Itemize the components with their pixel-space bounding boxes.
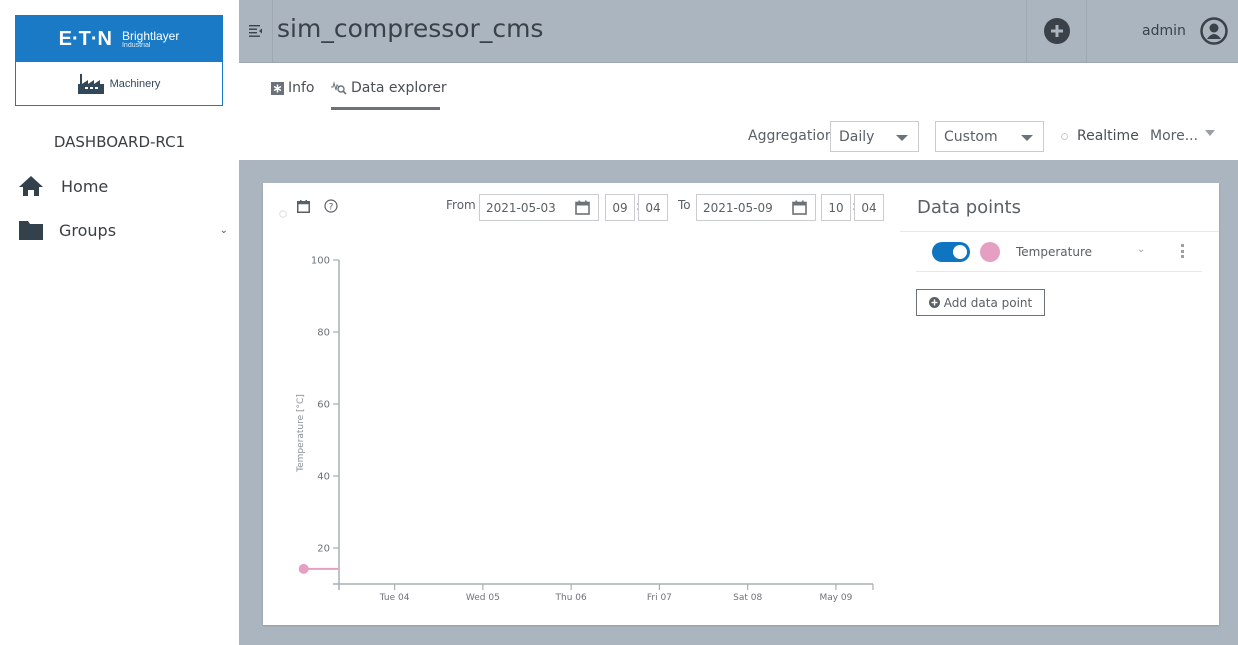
tab-label: Info [288,80,315,96]
from-date-input[interactable]: 2021-05-03 [479,194,599,221]
more-label: More... [1150,128,1199,144]
menu-collapse-icon [248,25,262,37]
folder-icon [18,219,46,241]
from-date-value: 2021-05-03 [486,200,556,215]
x-tick-label: Wed 05 [466,593,500,603]
to-date-input[interactable]: 2021-05-09 [696,194,816,221]
datapoints-title: Data points [917,197,1021,218]
chevron-down-icon[interactable]: ⌄ [1137,244,1145,255]
more-menu-button[interactable]: More... [1150,128,1215,144]
to-minute-input[interactable]: 04 [854,194,884,221]
tab-info[interactable]: Info [271,80,315,96]
time-range-value: Custom [944,128,998,145]
calendar-icon[interactable] [575,200,590,215]
logo-module-bar: Machinery [16,62,222,106]
y-axis-label: Temperature [°C] [296,394,306,473]
tab-label: Data explorer [351,80,447,96]
divider [916,271,1202,272]
y-axis: 20 40 60 80 100 [311,256,340,590]
dashboard-name: DASHBOARD-RC1 [53,133,186,151]
info-icon [271,81,284,95]
x-tick-label: May 09 [819,593,852,603]
datapoint-name: Temperature [1016,245,1093,259]
more-options-icon[interactable] [1178,244,1186,258]
to-date-value: 2021-05-09 [703,200,773,215]
add-button[interactable] [1026,0,1087,62]
sidebar: E·T·N Brightlayer Industrial Machinery D… [0,0,239,645]
x-tick-label: Tue 04 [379,593,410,603]
factory-icon [77,74,104,94]
caret-down-icon [896,135,908,141]
toggle-knob [953,245,967,259]
add-datapoint-label: Add data point [943,295,1033,310]
module-name: Machinery [109,78,161,90]
x-tick-label: Fri 07 [647,593,672,603]
from-hour-input[interactable]: 09 [605,194,635,221]
x-tick-label: Thu 06 [555,593,587,603]
datapoint-visibility-toggle[interactable] [932,242,970,262]
temperature-chart[interactable]: 20 40 60 80 100 Tue 04 Wed 05 Thu 06 Fri 07 Sat … [263,240,893,610]
app-logo[interactable]: E·T·N Brightlayer Industrial Machinery [15,15,223,106]
sidebar-item-groups[interactable]: Groups ⌄ [18,219,228,241]
to-hour-input[interactable]: 10 [821,194,851,221]
caret-down-icon [1204,130,1215,136]
plus-circle-icon [1043,18,1070,44]
realtime-button[interactable]: Realtime [1077,128,1139,144]
home-icon [18,175,46,197]
brightlayer-title: Brightlayer [121,28,180,43]
eaton-logo-text: E·T·N [58,27,112,50]
y-tick-label: 40 [317,472,330,483]
calendar-toggle-icon[interactable] [297,198,310,217]
sidebar-item-label: Groups [59,220,117,240]
plus-circle-icon [928,297,940,308]
brightlayer-subtitle: Industrial [121,41,151,49]
chart-series [298,563,339,574]
logo-brand-bar: E·T·N Brightlayer Industrial [16,16,222,62]
from-label: From [446,198,476,212]
sidebar-item-home[interactable]: Home [18,175,228,197]
app-header: sim_compressor_cms admin [239,0,1238,63]
toggle-sidebar-button[interactable] [239,0,273,62]
brightlayer-text: Brightlayer Industrial [122,30,179,49]
add-datapoint-button[interactable]: Add data point [916,289,1045,316]
from-minute-input[interactable]: 04 [638,194,668,221]
tab-data-explorer[interactable]: Data explorer [331,80,447,96]
data-point [298,563,309,574]
realtime-indicator-icon [279,203,287,222]
divider [900,231,1219,232]
y-tick-label: 100 [311,256,330,267]
user-name[interactable]: admin [1142,23,1186,39]
y-tick-label: 60 [317,400,330,411]
svg-text:?: ? [329,203,334,213]
calendar-icon[interactable] [792,200,807,215]
aggregation-label: Aggregation [748,128,834,144]
help-icon[interactable]: ? [324,198,338,217]
y-tick-label: 20 [317,544,330,555]
x-tick-label: Sat 08 [733,593,762,603]
active-tab-indicator [331,107,440,110]
user-avatar-icon[interactable] [1200,17,1228,49]
caret-down-icon [1021,135,1033,141]
realtime-status-icon [1061,133,1068,140]
x-axis: Tue 04 Wed 05 Thu 06 Fri 07 Sat 08 May 09 [333,583,874,603]
y-tick-label: 80 [317,328,330,339]
aggregation-select[interactable]: Daily [830,121,919,152]
aggregation-value: Daily [839,128,875,145]
time-range-select[interactable]: Custom [935,121,1044,152]
sidebar-item-label: Home [61,176,109,196]
to-label: To [678,198,691,212]
page-title: sim_compressor_cms [277,14,544,43]
data-explorer-icon [331,81,347,95]
datapoint-color-swatch[interactable] [980,242,1000,262]
chevron-down-icon[interactable]: ⌄ [220,225,228,236]
